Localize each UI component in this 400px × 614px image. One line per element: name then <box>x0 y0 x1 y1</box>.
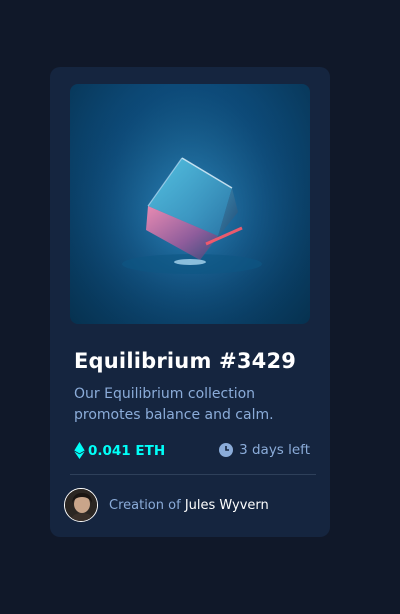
avatar-photo <box>65 489 97 521</box>
nft-image-equilibrium[interactable] <box>70 84 310 324</box>
ethereum-icon <box>74 442 85 459</box>
creator-prefix: Creation of <box>109 497 181 513</box>
crystal-cube-image <box>70 84 310 324</box>
time-left-value: 3 days left <box>239 442 310 458</box>
time-left-group: 3 days left <box>219 442 310 458</box>
avatar <box>64 488 98 522</box>
price-value: 0.041 ETH <box>88 442 166 459</box>
clock-icon <box>219 443 234 457</box>
nft-preview-card: Equilibrium #3429 Our Equilibrium collec… <box>50 67 330 537</box>
creator-name-link[interactable]: Jules Wyvern <box>185 498 269 513</box>
price-group: 0.041 ETH <box>74 442 165 459</box>
nft-title[interactable]: Equilibrium #3429 <box>74 349 296 373</box>
creator-row: Creation of Jules Wyvern <box>64 488 269 522</box>
nft-description: Our Equilibrium collection promotes bala… <box>74 386 274 423</box>
card-divider <box>70 474 316 475</box>
